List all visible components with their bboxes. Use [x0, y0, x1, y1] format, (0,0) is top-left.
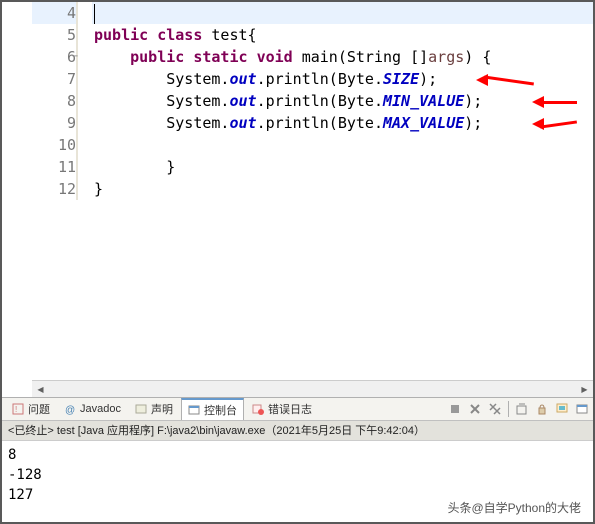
- line-number: 9: [67, 112, 76, 134]
- clear-console-icon[interactable]: [515, 402, 529, 416]
- pin-console-icon[interactable]: [555, 402, 569, 416]
- console-line: 8: [8, 445, 587, 465]
- tab-label: 声明: [151, 401, 173, 417]
- line-number: 8: [67, 90, 76, 112]
- problems-icon: !: [12, 403, 24, 415]
- line-number: 5: [67, 24, 76, 46]
- terminal-status-text: <已终止> test [Java 应用程序] F:\java2\bin\java…: [8, 425, 425, 437]
- stop-icon[interactable]: [448, 402, 462, 416]
- annotation-arrow-icon: [532, 118, 577, 130]
- errorlog-icon: [252, 403, 264, 415]
- code-line[interactable]: System.out.println(Byte.MAX_VALUE);: [92, 112, 593, 134]
- svg-text:!: !: [15, 405, 17, 414]
- remove-launch-icon[interactable]: [468, 402, 482, 416]
- line-number: 10: [58, 134, 76, 156]
- line-number: 7: [67, 68, 76, 90]
- separator: [508, 401, 509, 417]
- watermark-text: 头条@自学Python的大佬: [447, 499, 581, 516]
- code-line[interactable]: public class test{: [92, 24, 593, 46]
- scroll-right-icon[interactable]: ▶: [576, 381, 593, 397]
- line-number: 4: [67, 2, 76, 24]
- tab-console[interactable]: 控制台: [181, 398, 244, 420]
- console-icon: [188, 404, 200, 416]
- line-number: 12: [58, 178, 76, 200]
- tab-problems[interactable]: ! 问题: [6, 399, 56, 419]
- svg-text:@: @: [65, 405, 75, 415]
- code-line[interactable]: }: [92, 178, 593, 200]
- tab-label: 问题: [28, 401, 50, 417]
- display-console-icon[interactable]: [575, 402, 589, 416]
- tab-javadoc[interactable]: @ Javadoc: [58, 401, 127, 417]
- line-gutter[interactable]: 4 5 6 7 8 9 10 11 12: [32, 2, 92, 200]
- declaration-icon: [135, 403, 147, 415]
- code-line[interactable]: }: [92, 156, 593, 178]
- console-line: -128: [8, 465, 587, 485]
- code-line[interactable]: System.out.println(Byte.MIN_VALUE);: [92, 90, 593, 112]
- annotation-arrow-icon: [532, 96, 577, 108]
- tab-errorlog[interactable]: 错误日志: [246, 399, 318, 419]
- annotation-arrow-icon: [476, 74, 534, 86]
- terminal-status: <已终止> test [Java 应用程序] F:\java2\bin\java…: [2, 421, 593, 441]
- horizontal-scrollbar[interactable]: ◀ ▶: [32, 380, 593, 397]
- marker-margin: [2, 2, 32, 397]
- code-line[interactable]: public static void main(String []args) {: [92, 46, 593, 68]
- code-line[interactable]: [92, 134, 593, 156]
- line-number: 11: [58, 156, 76, 178]
- tab-label: Javadoc: [80, 403, 121, 415]
- console-output[interactable]: 8 -128 127: [2, 441, 593, 506]
- scroll-lock-icon[interactable]: [535, 402, 549, 416]
- code-editor[interactable]: 4 5 6 7 8 9 10 11 12 public class test{ …: [32, 2, 593, 380]
- tab-label: 错误日志: [268, 401, 312, 417]
- scroll-left-icon[interactable]: ◀: [32, 381, 49, 397]
- javadoc-icon: @: [64, 403, 76, 415]
- tab-label: 控制台: [204, 402, 237, 418]
- line-number: 6: [67, 46, 76, 68]
- views-tab-bar: ! 问题 @ Javadoc 声明 控制台 错误日志: [2, 397, 593, 421]
- remove-all-icon[interactable]: [488, 402, 502, 416]
- code-line[interactable]: [92, 2, 593, 24]
- tab-declaration[interactable]: 声明: [129, 399, 179, 419]
- code-text-area[interactable]: public class test{ public static void ma…: [92, 2, 593, 200]
